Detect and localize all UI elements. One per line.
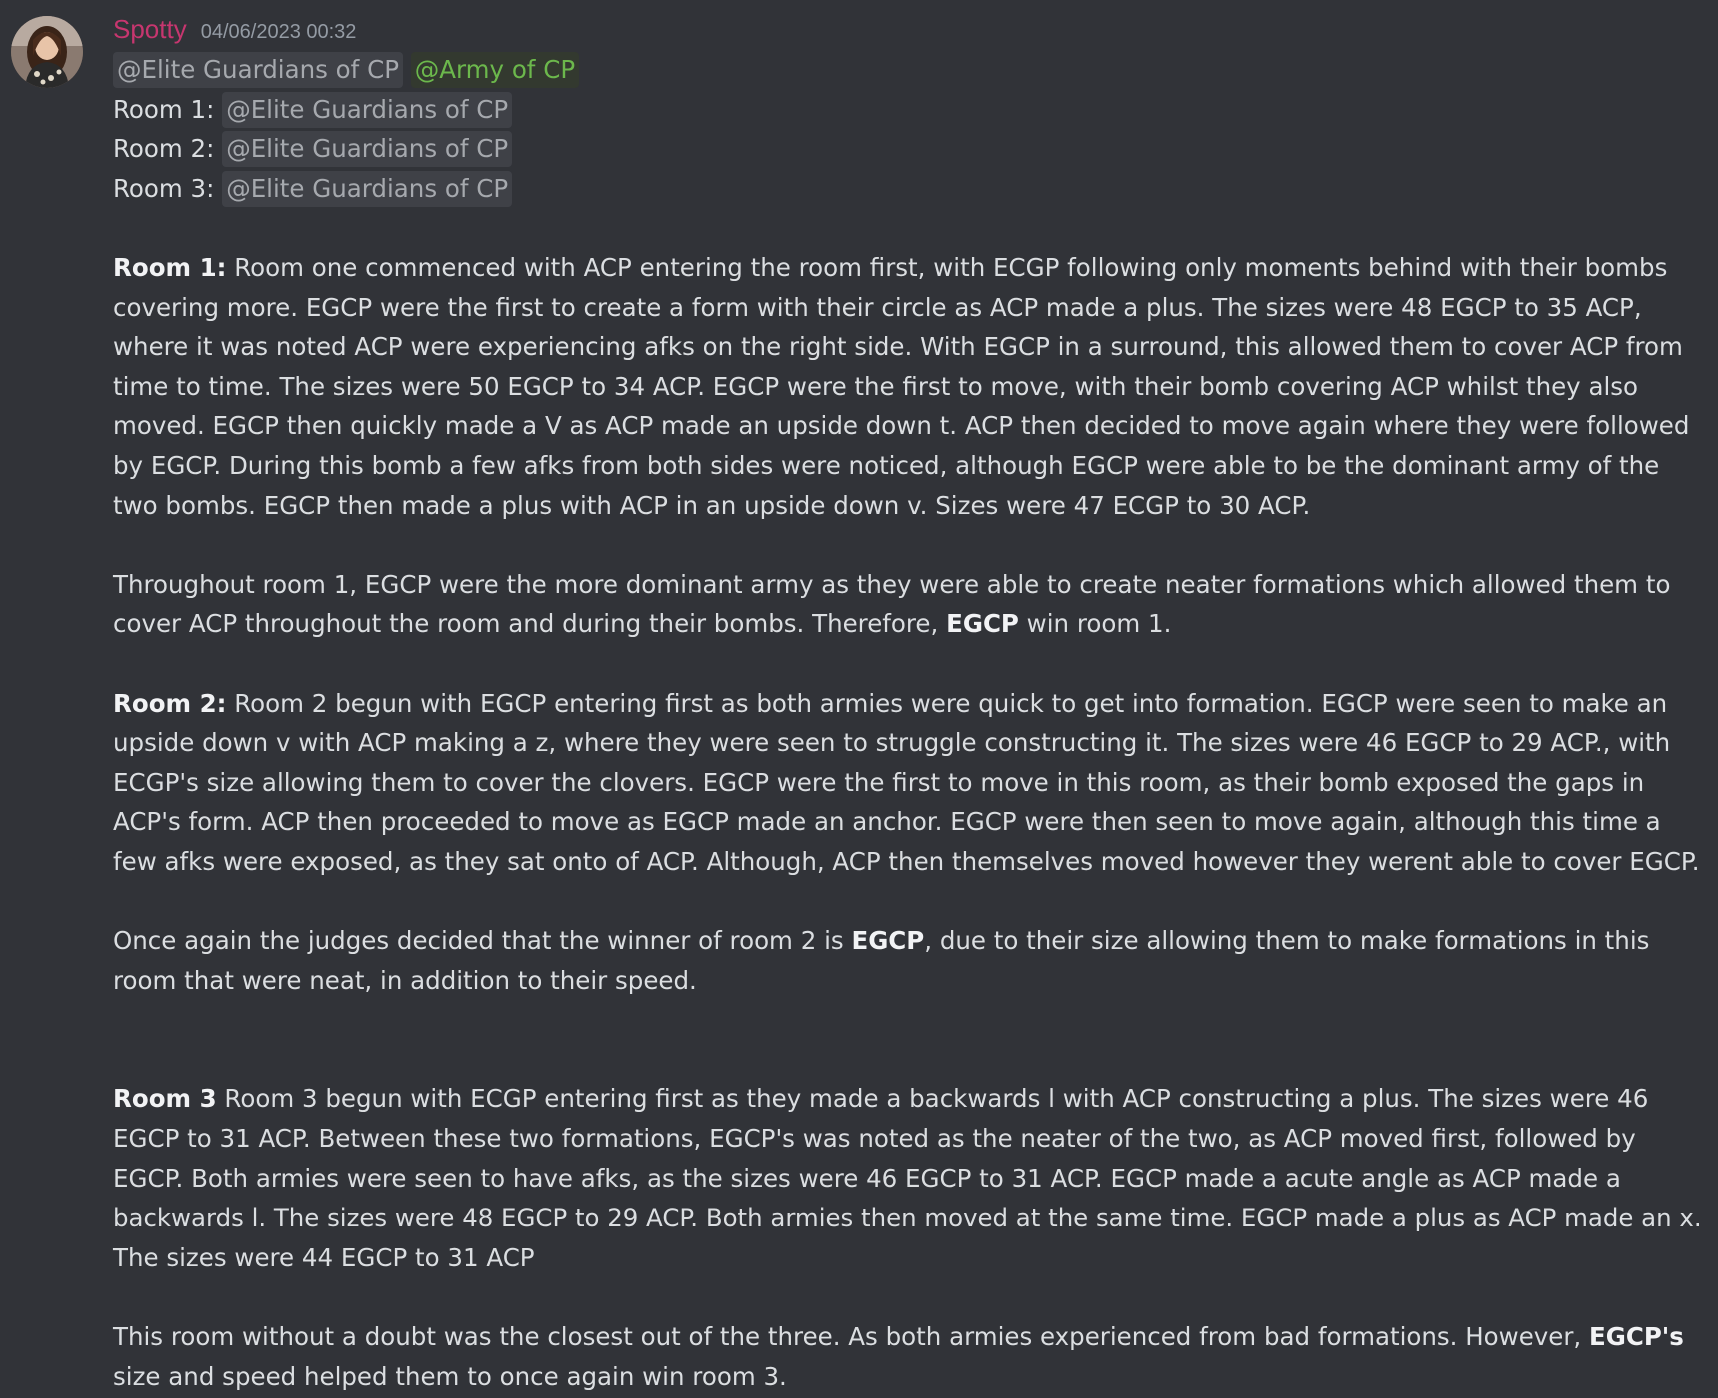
text-line: Room one commenced with ACP entering the… [226,252,1668,282]
text-line: Room 2 begun with EGCP entering first as… [226,688,1668,718]
text-line: backwards l. The sizes were 48 EGCP to 2… [113,1203,1702,1233]
text-line: room that were neat, in addition to thei… [113,965,697,995]
room-label: Room 2: [113,134,215,164]
avatar-photo [11,16,83,88]
user-avatar[interactable] [11,16,83,88]
room3-winner: EGCP's [1589,1322,1684,1351]
room-assignment-3: Room 3: @Elite Guardians of CP [113,169,1683,209]
room-assignment-2: Room 2: @Elite Guardians of CP [113,129,1683,169]
room1-heading: Room 1: [113,252,227,282]
room3-report: Room 3 Room 3 begun with ECGP entering f… [113,1079,1702,1277]
text-line: covering more. EGCP were the first to cr… [113,292,1642,322]
room-assignment-1: Room 1: @Elite Guardians of CP [113,90,1683,130]
room2-winner: EGCP [851,926,925,956]
text-segment: win room 1. [1018,609,1172,639]
text-line: few afks were exposed, as they sat onto … [113,846,1700,876]
message-header: Spotty 04/06/2023 00:32 [113,14,1683,50]
room2-verdict: Once again the judges decided that the w… [113,921,1683,1000]
text-line: upside down v with ACP making a z, where… [113,728,1671,758]
text-line: ACP's form. ACP then proceeded to move a… [113,807,1661,837]
username[interactable]: Spotty [113,14,187,45]
role-mention-elite-guardians[interactable]: @Elite Guardians of CP [222,91,513,128]
role-mention-elite-guardians[interactable]: @Elite Guardians of CP [222,131,513,168]
text-line: EGCP. Both armies were seen to have afks… [113,1163,1621,1193]
text-line: The sizes were 44 EGCP to 31 ACP [113,1242,535,1272]
role-mention-elite-guardians[interactable]: @Elite Guardians of CP [113,52,403,88]
role-mention-elite-guardians[interactable]: @Elite Guardians of CP [222,170,513,207]
room-label: Room 1: [113,94,215,124]
room-label: Room 3: [113,173,215,203]
room1-report: Room 1: Room one commenced with ACP ente… [113,248,1690,525]
text-line: moved. EGCP then quickly made a V as ACP… [113,411,1690,441]
message-timestamp[interactable]: 04/06/2023 00:32 [201,21,357,44]
room1-verdict: Throughout room 1, EGCP were the more do… [113,565,1683,644]
text-segment: cover ACP throughout the room and during… [113,609,947,639]
text-segment: This room without a doubt was the closes… [113,1322,1590,1351]
message-content: Spotty 04/06/2023 00:32 @Elite Guardians… [113,14,1702,1396]
text-line: Throughout room 1, EGCP were the more do… [113,569,1671,599]
text-line: Room 3 begun with ECGP entering first as… [216,1084,1649,1114]
text-segment: Once again the judges decided that the w… [113,926,852,956]
mentions-line: @Elite Guardians of CP @Army of CP [113,50,1683,90]
text-line: time to time. The sizes were 50 EGCP to … [113,371,1639,401]
chat-message: Spotty 04/06/2023 00:32 @Elite Guardians… [0,0,1718,1398]
room2-report: Room 2: Room 2 begun with EGCP entering … [113,684,1700,882]
room3-verdict: This room without a doubt was the closes… [113,1317,1684,1396]
text-line: size and speed helped them to once again… [113,1361,787,1391]
room2-heading: Room 2: [113,688,227,718]
text-line: by EGCP. During this bomb a few afks fro… [113,450,1660,480]
text-line: two bombs. EGCP then made a plus with AC… [113,490,1311,520]
room1-winner: EGCP [946,609,1019,639]
text-line: ECGP's size allowing them to cover the c… [113,767,1645,797]
text-segment: , due to their size allowing them to mak… [924,926,1650,956]
text-line: EGCP to 31 ACP. Between these two format… [113,1124,1636,1154]
role-mention-army-of-cp[interactable]: @Army of CP [410,52,580,88]
text-line: where it was noted ACP were experiencing… [113,332,1683,362]
room3-heading: Room 3 [113,1084,217,1114]
